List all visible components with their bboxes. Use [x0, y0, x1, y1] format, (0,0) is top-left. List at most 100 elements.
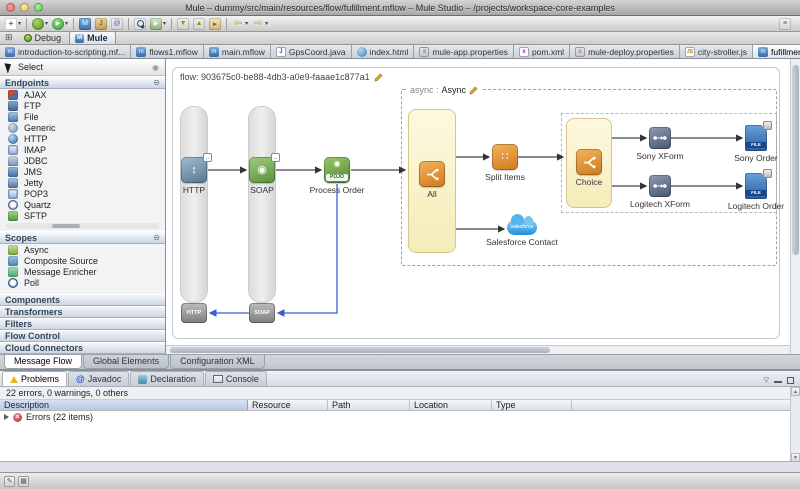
palette-item-async[interactable]: Async [0, 244, 165, 255]
palette-item-ajax[interactable]: AJAX [0, 89, 165, 100]
column-header-resource[interactable]: Resource [248, 400, 328, 410]
palette-item-jms[interactable]: JMS [0, 166, 165, 177]
logitech-xform-node[interactable]: Logitech XForm [628, 175, 692, 209]
salesforce-contact-node[interactable]: salesforce Salesforce Contact [482, 214, 562, 247]
soap-node[interactable]: ◉↔ SOAP [235, 157, 289, 195]
javadoc-button[interactable]: @ [109, 17, 125, 31]
view-tab-javadoc[interactable]: @ Javadoc [68, 371, 129, 386]
palette-item-jdbc[interactable]: JDBC [0, 155, 165, 166]
export-jar-button[interactable]: J [93, 17, 109, 31]
palette-item-quartz[interactable]: Quartz [0, 199, 165, 210]
canvas-vscroll-thumb[interactable] [792, 65, 799, 255]
quick-access-button[interactable]: ≡ [777, 17, 793, 31]
logitech-order-node[interactable]: FILE Logitech Order [724, 173, 788, 211]
all-node[interactable]: All [408, 161, 456, 199]
editor-tab-introduction-to-scripting[interactable]: mintroduction-to-scripting.mf... [0, 45, 131, 58]
view-tab-console[interactable]: Console [205, 371, 267, 386]
search-button[interactable] [132, 17, 148, 31]
edit-flow-name-icon[interactable] [374, 73, 383, 82]
palette-item-file[interactable]: File [0, 111, 165, 122]
palette-item-http[interactable]: HTTP [0, 133, 165, 144]
palette-drawer-endpoints[interactable]: Endpoints ⊖ [0, 76, 165, 89]
palette-drawer-flow-control[interactable]: Flow Control [0, 330, 165, 342]
scroll-up-icon[interactable]: ▲ [791, 387, 800, 396]
scroll-track[interactable] [791, 396, 800, 453]
external-tools-button[interactable]: ▶▾ [148, 17, 168, 31]
drawer-pin-icon[interactable]: ⊖ [153, 233, 160, 242]
previous-annotation-button[interactable]: ▲ [191, 17, 207, 31]
column-header-description[interactable]: Description [0, 400, 248, 410]
editor-tab-fufillment[interactable]: mfufillment.mflow× [753, 45, 800, 58]
expand-arrow-icon[interactable] [4, 414, 9, 420]
palette-item-pop3[interactable]: POP3 [0, 188, 165, 199]
drawer-pin-icon[interactable]: ⊖ [153, 78, 160, 87]
sony-xform-node[interactable]: Sony XForm [634, 127, 686, 161]
zoom-window-button[interactable] [34, 3, 43, 12]
editor-tab-flows1[interactable]: mflows1.mflow [131, 45, 204, 58]
palette-item-sftp[interactable]: SFTP [0, 210, 165, 221]
editor-tab-mule-deploy-properties[interactable]: ≡mule-deploy.properties [570, 45, 680, 58]
palette-item-ftp[interactable]: FTP [0, 100, 165, 111]
problems-row-errors[interactable]: × Errors (22 items) [0, 411, 800, 423]
palette-select-tool[interactable]: Select ◉ [0, 59, 165, 76]
page-tab-configuration-xml[interactable]: Configuration XML [170, 355, 265, 369]
soap-response-node[interactable]: SOAP [238, 303, 286, 323]
editor-tab-index-html[interactable]: index.html [352, 45, 415, 58]
palette-scrollbar-thumb[interactable] [52, 224, 80, 228]
palette-item-imap[interactable]: IMAP [0, 144, 165, 155]
page-tab-global-elements[interactable]: Global Elements [83, 355, 169, 369]
column-header-location[interactable]: Location [410, 400, 492, 410]
choice-node[interactable]: Choice [564, 149, 614, 187]
editor-tab-city-stroller[interactable]: JScity-stroller.js [680, 45, 753, 58]
split-items-node[interactable]: ∷ Split Items [479, 144, 531, 182]
next-annotation-button[interactable]: ▼ [175, 17, 191, 31]
window-status-icon[interactable]: ▦ [18, 476, 29, 487]
editor-tab-pom-xml[interactable]: xpom.xml [514, 45, 570, 58]
canvas-hscroll-thumb[interactable] [170, 347, 550, 353]
edit-async-name-icon[interactable] [469, 86, 478, 95]
forward-button[interactable]: ⇨▾ [250, 17, 270, 31]
editor-tab-main[interactable]: mmain.mflow [204, 45, 271, 58]
problems-scrollbar[interactable]: ▲ ▼ [790, 387, 800, 462]
palette-pin-icon[interactable]: ◉ [152, 63, 159, 72]
last-edit-location-button[interactable]: ▸ [207, 17, 223, 31]
column-header-path[interactable]: Path [328, 400, 410, 410]
column-header-type[interactable]: Type [492, 400, 572, 410]
open-perspective-icon[interactable]: ⊞ [5, 32, 13, 43]
sony-order-node[interactable]: FILE Sony Order [732, 125, 780, 163]
maximize-view-icon[interactable] [787, 377, 794, 384]
close-window-button[interactable] [6, 3, 15, 12]
editor-tab-mule-app-properties[interactable]: ≡mule-app.properties [414, 45, 514, 58]
http-endpoint-node[interactable]: ↕↔ HTTP [167, 157, 221, 195]
palette-item-generic[interactable]: Generic [0, 122, 165, 133]
back-button[interactable]: ⇦▾ [230, 17, 250, 31]
flow-canvas[interactable]: flow: 903675c0-be88-4db3-a0e9-faaae1c877… [166, 59, 800, 354]
http-response-node[interactable]: HTTP [170, 303, 218, 323]
canvas-vertical-scrollbar[interactable] [790, 59, 800, 354]
view-menu-icon[interactable]: ▽ [764, 376, 769, 384]
palette-item-message-enricher[interactable]: Message Enricher [0, 266, 165, 277]
perspective-tab-mule[interactable]: M Mule [69, 31, 116, 44]
new-wizard-button[interactable]: +▾ [3, 17, 23, 31]
minimize-window-button[interactable] [20, 3, 29, 12]
minimize-view-icon[interactable] [774, 381, 782, 384]
palette-item-poll[interactable]: Poll [0, 277, 165, 288]
view-tab-declaration[interactable]: Declaration [130, 371, 204, 386]
palette-drawer-transformers[interactable]: Transformers [0, 306, 165, 318]
editor-tab-gpscoord[interactable]: JGpsCoord.java [271, 45, 352, 58]
perspective-tab-debug[interactable]: Debug [18, 31, 70, 44]
page-tab-message-flow[interactable]: Message Flow [4, 355, 82, 369]
mule-application-button[interactable]: M [77, 17, 93, 31]
run-button[interactable]: ▶▾ [50, 17, 70, 31]
palette-drawer-cloud-connectors[interactable]: Cloud Connectors [0, 342, 165, 354]
edit-status-icon[interactable]: ✎ [4, 476, 15, 487]
debug-button[interactable]: ▾ [30, 17, 50, 31]
palette-scrollbar[interactable] [6, 223, 159, 229]
palette-item-jetty[interactable]: Jetty [0, 177, 165, 188]
palette-item-composite-source[interactable]: Composite Source [0, 255, 165, 266]
palette-drawer-filters[interactable]: Filters [0, 318, 165, 330]
palette-drawer-scopes[interactable]: Scopes ⊖ [0, 231, 165, 244]
canvas-horizontal-scrollbar[interactable] [166, 345, 790, 354]
view-tab-problems[interactable]: Problems [2, 371, 67, 386]
palette-drawer-components[interactable]: Components [0, 294, 165, 306]
